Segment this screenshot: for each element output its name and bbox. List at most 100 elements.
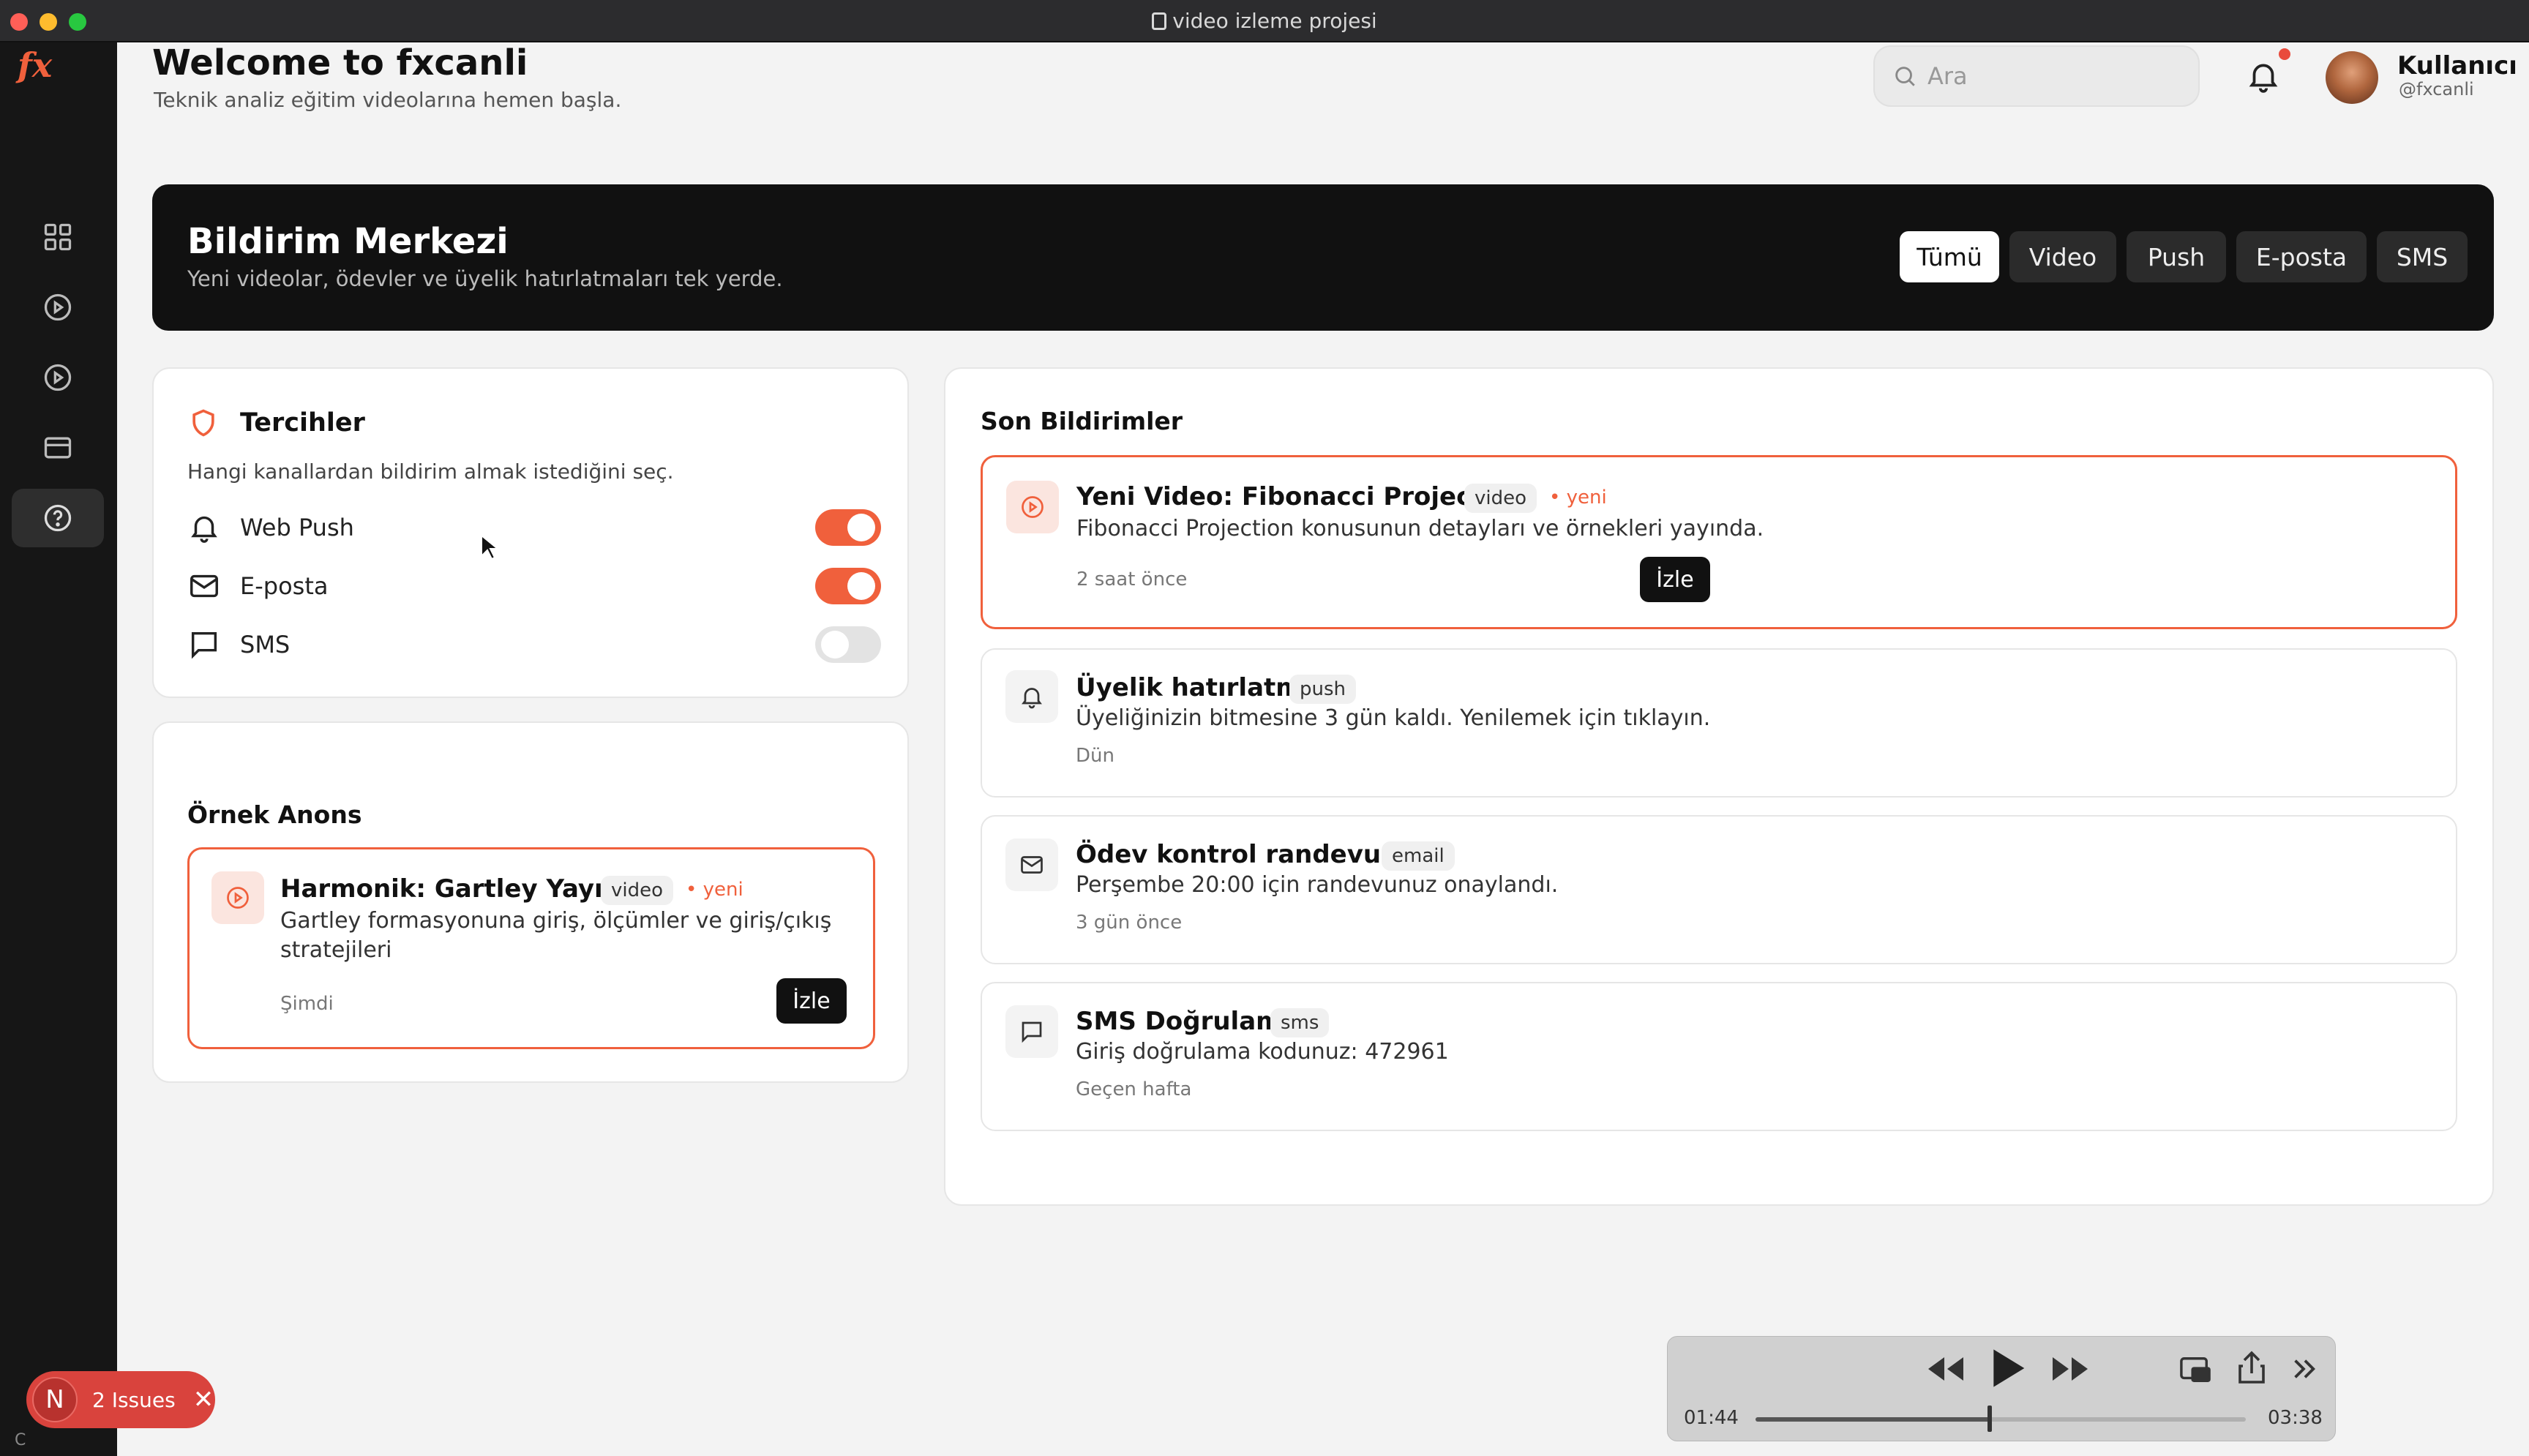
tag-badge: email [1382, 841, 1455, 871]
user-name[interactable]: Kullanıcı [2397, 51, 2517, 80]
play-circle-icon [1022, 496, 1044, 518]
filter-push-button[interactable]: Push [2127, 231, 2226, 282]
toggle-knob [847, 572, 875, 600]
media-player: 01:44 03:38 [1667, 1336, 2336, 1441]
chevron-double-right-icon[interactable] [2290, 1354, 2318, 1384]
issues-badge[interactable]: N 2 Issues ✕ [26, 1371, 215, 1428]
window-title-text: video izleme projesi [1172, 9, 1377, 33]
preferences-card: Tercihler Hangi kanallardan bildirim alm… [152, 367, 909, 698]
recent-notifications-title: Son Bildirimler [981, 407, 1183, 435]
notification-time: Dün [1076, 745, 1114, 767]
sidebar-item-billing[interactable] [12, 419, 104, 477]
sidebar-item-dashboard[interactable] [12, 208, 104, 266]
notification-icon-box [1005, 670, 1058, 723]
window-title: video izleme projesi [0, 9, 2529, 33]
filter-sms-button[interactable]: SMS [2377, 231, 2468, 282]
share-icon[interactable] [2237, 1350, 2266, 1385]
web-push-toggle[interactable] [815, 509, 881, 546]
preferences-title: Tercihler [240, 408, 365, 438]
main-content: Welcome to fxcanli Teknik analiz eğitim … [117, 42, 2529, 1456]
notification-item[interactable]: SMS Doğrulama sms Giriş doğrulama kodunu… [981, 982, 2457, 1131]
avatar[interactable] [2326, 51, 2378, 104]
filter-video-button[interactable]: Video [2009, 231, 2116, 282]
app-logo[interactable]: fx [18, 45, 52, 85]
help-circle-icon [44, 504, 72, 532]
rewind-icon[interactable] [1925, 1353, 1966, 1385]
announcement-item-title: Harmonik: Gartley Yayında [280, 874, 656, 904]
announcement-icon-box [211, 871, 264, 924]
page-subtitle: Teknik analiz eğitim videolarına hemen b… [154, 88, 622, 112]
notification-description: Fibonacci Projection konusunun detayları… [1076, 516, 1764, 541]
current-time: 01:44 [1684, 1407, 1739, 1429]
notification-title: Ödev kontrol randevusu [1076, 840, 1414, 869]
notification-center-banner: Bildirim Merkezi Yeni videolar, ödevler … [152, 184, 2494, 331]
tag-badge: video [601, 876, 674, 905]
sidebar-item-courses[interactable] [12, 348, 104, 407]
message-icon [191, 631, 217, 659]
sidebar: fx C [0, 42, 117, 1456]
notification-dot [2279, 48, 2290, 60]
notification-description: Giriş doğrulama kodunuz: 472961 [1076, 1039, 1449, 1065]
notification-icon-box [1005, 1005, 1058, 1058]
pref-label: E-posta [240, 572, 329, 600]
new-badge: • yeni [1549, 487, 1607, 509]
banner-title: Bildirim Merkezi [187, 221, 509, 262]
page-title: Welcome to fxcanli [152, 42, 528, 83]
notification-item[interactable]: Yeni Video: Fibonacci Projection video •… [981, 455, 2457, 629]
announcement-card: Örnek Anons Harmonik: Gartley Yayında vi… [152, 721, 909, 1083]
notification-title: Yeni Video: Fibonacci Projection [1076, 482, 1526, 511]
watch-button[interactable]: İzle [1640, 557, 1710, 602]
notification-description: Perşembe 20:00 için randevunuz onaylandı… [1076, 872, 1559, 898]
notification-description: Üyeliğinizin bitmesine 3 gün kaldı. Yeni… [1076, 705, 1711, 731]
mouse-cursor [481, 534, 498, 560]
recent-notifications-card: Son Bildirimler Yeni Video: Fibonacci Pr… [944, 367, 2494, 1206]
filter-email-button[interactable]: E-posta [2236, 231, 2367, 282]
notification-item[interactable]: Üyelik hatırlatma push Üyeliğinizin bitm… [981, 648, 2457, 798]
play-icon[interactable] [1987, 1346, 2028, 1391]
close-icon[interactable]: ✕ [193, 1385, 214, 1414]
notification-title: Üyelik hatırlatma [1076, 673, 1319, 702]
edge-letter: C [15, 1431, 26, 1449]
issues-avatar: N [32, 1377, 78, 1422]
watch-button[interactable]: İzle [776, 978, 847, 1024]
fast-forward-icon[interactable] [2050, 1353, 2091, 1385]
picture-in-picture-icon[interactable] [2178, 1354, 2212, 1385]
bell-icon [1022, 688, 1042, 709]
announcement-item-description: Gartley formasyonuna giriş, ölçümler ve … [280, 908, 832, 963]
filter-all-button[interactable]: Tümü [1900, 231, 1999, 282]
toggle-knob [821, 631, 849, 658]
announcement-card-title: Örnek Anons [187, 800, 362, 829]
search-input[interactable] [1927, 62, 2176, 90]
notification-time: 2 saat önce [1076, 568, 1188, 590]
bell-icon[interactable] [2245, 57, 2282, 95]
progress-fill [1756, 1417, 1990, 1422]
bell-icon [191, 516, 217, 543]
toggle-knob [847, 514, 875, 541]
notification-item[interactable]: Ödev kontrol randevusu email Perşembe 20… [981, 815, 2457, 964]
notification-icon-box [1005, 838, 1058, 891]
grid-icon [44, 223, 72, 251]
notification-time: Geçen hafta [1076, 1078, 1192, 1100]
mail-icon [190, 574, 218, 598]
document-icon [1152, 12, 1167, 30]
announcement-item-time: Şimdi [280, 993, 334, 1015]
pref-row-sms: SMS [187, 622, 881, 666]
progress-thumb[interactable] [1987, 1406, 1992, 1432]
pref-row-web-push: Web Push [187, 505, 881, 549]
sidebar-item-videos[interactable] [12, 278, 104, 337]
issues-label: 2 Issues [92, 1387, 176, 1412]
new-badge: • yeni [686, 879, 743, 901]
play-circle-icon [227, 887, 249, 909]
window-titlebar: video izleme projesi [0, 0, 2529, 42]
announcement-item[interactable]: Harmonik: Gartley Yayında video • yeni G… [187, 847, 875, 1049]
sidebar-item-help[interactable] [12, 489, 104, 547]
notification-icon-box [1006, 481, 1059, 533]
email-toggle[interactable] [815, 568, 881, 604]
search-box[interactable] [1873, 45, 2200, 107]
progress-track[interactable] [1756, 1417, 2246, 1422]
duration-time: 03:38 [2268, 1407, 2323, 1429]
tag-badge: push [1289, 675, 1357, 704]
credit-card-icon [44, 437, 72, 459]
banner-subtitle: Yeni videolar, ödevler ve üyelik hatırla… [187, 266, 783, 291]
sms-toggle[interactable] [815, 626, 881, 663]
